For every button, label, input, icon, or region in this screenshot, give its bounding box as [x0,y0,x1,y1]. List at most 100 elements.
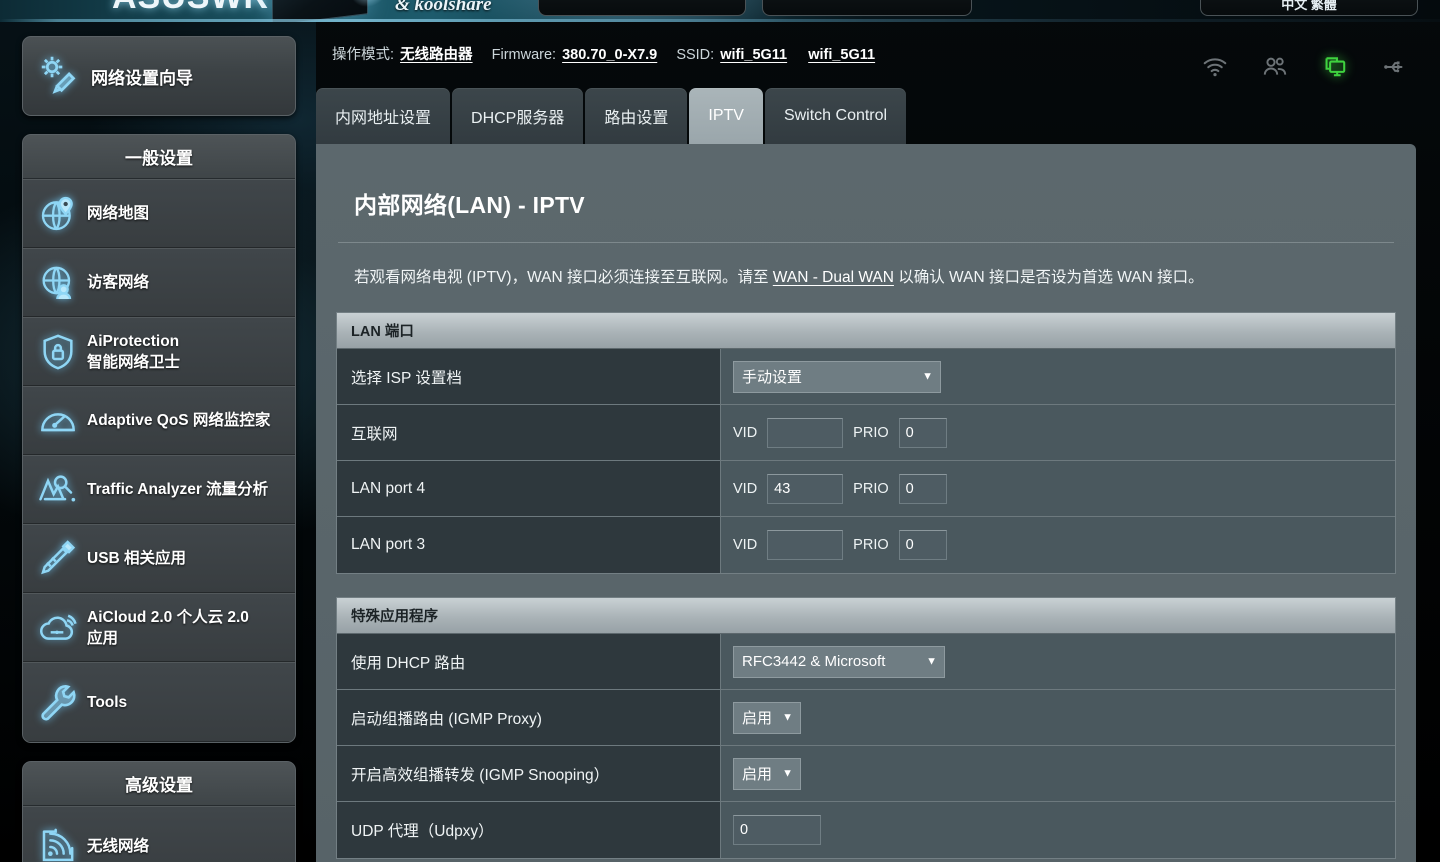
brand-sublogo: & koolshare [395,0,492,15]
network-map-icon [35,194,81,234]
language-button[interactable]: 中文 繁體 [1200,0,1418,16]
row-dhcp-routes-label: 使用 DHCP 路由 [337,634,721,689]
row-dhcp-routes: 使用 DHCP 路由 RFC3442 & Microsoft ▼ [337,634,1395,690]
op-mode-label: 操作模式: [332,46,395,63]
tab-iptv[interactable]: IPTV [689,88,763,144]
description-part1: 若观看网络电视 (IPTV)，WAN 接口必须连接至互联网。请至 [354,269,773,286]
banner-button-1[interactable] [538,0,746,16]
internet-vid-label: VID [733,424,758,441]
chevron-down-icon: ▼ [782,711,793,723]
lan3-prio-input[interactable] [898,530,947,560]
udp-proxy-input[interactable] [733,815,821,845]
sidebar-item-adaptive-qos-label: Adaptive QoS 网络监控家 [87,412,271,429]
sidebar-item-aicloud-label: AiCloud 2.0 个人云 2.0 应用 [87,607,249,649]
sidebar-item-usb-application[interactable]: USB 相关应用 [23,524,295,593]
sidebar-item-network-map[interactable]: 网络地图 [23,179,295,248]
infobar-text: 操作模式: 无线路由器 Firmware: 380.70_0-X7.9 SSID… [332,43,877,64]
sidebar-item-guest-network[interactable]: 访客网络 [23,248,295,317]
internet-prio-label: PRIO [853,424,889,441]
tab-bar: 内网地址设置 DHCP服务器 路由设置 IPTV Switch Control [316,88,908,144]
row-igmp-proxy-label: 启动组播路由 (IGMP Proxy) [337,690,721,745]
usb-apps-icon [35,539,81,579]
row-lan-port-3-value: VID PRIO [721,517,1395,573]
tab-switch-control[interactable]: Switch Control [764,88,907,144]
tab-lan-ip[interactable]: 内网地址设置 [316,88,451,144]
guest-network-icon [35,263,81,303]
wireless-icon [35,826,81,862]
row-lan-port-3: LAN port 3 VID PRIO [337,517,1395,573]
usb-icon[interactable] [1380,54,1410,80]
sidebar-item-adaptive-qos[interactable]: Adaptive QoS 网络监控家 [23,386,295,455]
lan4-prio-label: PRIO [853,480,889,497]
tab-dhcp-server[interactable]: DHCP服务器 [452,88,584,144]
ssid-value-2[interactable]: wifi_5G11 [808,47,875,63]
router-admin-page: ASUSWRT & koolshare 中文 繁體 操作模式: 无线路由器 Fi… [0,0,1440,862]
isp-profile-select-value: 手动设置 [742,369,803,386]
lan3-vid-input[interactable] [767,530,844,560]
row-udp-proxy-label: UDP 代理（Udpxy） [337,802,721,858]
sidebar-group-general: 一般设置 网络地图 访客网络 AiProtection 智能网络卫士 Adapt… [22,134,296,743]
page-title: 内部网络(LAN) - IPTV [354,192,585,218]
internet-prio-input[interactable] [898,417,947,448]
igmp-proxy-select[interactable]: 启用 ▼ [733,701,801,734]
sidebar-item-aiprotection[interactable]: AiProtection 智能网络卫士 [23,317,295,386]
sidebar-group-advanced-header: 高级设置 [23,762,295,806]
row-internet-label: 互联网 [337,405,721,460]
firmware-value[interactable]: 380.70_0-X7.9 [562,47,657,63]
row-igmp-proxy: 启动组播路由 (IGMP Proxy) 启用 ▼ [337,690,1395,746]
clients-icon[interactable] [1260,54,1290,80]
sidebar-item-tools-label: Tools [87,693,128,711]
top-banner: ASUSWRT & koolshare 中文 繁體 [0,0,1440,22]
banner-button-2[interactable] [762,0,972,16]
igmp-snooping-select[interactable]: 启用 ▼ [733,757,801,790]
chevron-down-icon: ▼ [922,370,933,382]
igmp-snooping-select-value: 启用 [742,766,773,783]
sidebar: 网络设置向导 一般设置 网络地图 访客网络 AiProtection 智能网络卫… [22,36,296,862]
page-description: 若观看网络电视 (IPTV)，WAN 接口必须连接至互联网。请至 WAN - D… [334,243,1398,289]
sidebar-item-traffic-analyzer[interactable]: Traffic Analyzer 流量分析 [23,455,295,524]
op-mode-value[interactable]: 无线路由器 [400,47,473,63]
traffic-analyzer-icon [35,470,81,510]
sidebar-item-guest-network-label: 访客网络 [87,274,150,291]
brand-logo: ASUSWRT [112,0,291,17]
firmware-label: Firmware: [491,46,557,63]
row-igmp-snooping-value: 启用 ▼ [721,746,1395,801]
sidebar-item-wizard[interactable]: 网络设置向导 [23,37,295,115]
section-special-applications: 特殊应用程序 使用 DHCP 路由 RFC3442 & Microsoft ▼ … [336,597,1396,859]
lan4-vid-input[interactable] [767,473,844,504]
chevron-down-icon: ▼ [926,655,937,667]
sidebar-wizard-card[interactable]: 网络设置向导 [22,36,296,116]
wifi-icon[interactable] [1200,54,1230,80]
sidebar-group-advanced: 高级设置 无线网络 [22,761,296,862]
row-dhcp-routes-value: RFC3442 & Microsoft ▼ [721,634,1395,689]
sidebar-item-aicloud[interactable]: AiCloud 2.0 个人云 2.0 应用 [23,593,295,662]
ssid-value-1[interactable]: wifi_5G11 [720,47,787,63]
dhcp-routes-select-value: RFC3442 & Microsoft [742,653,886,670]
sidebar-item-traffic-analyzer-label: Traffic Analyzer 流量分析 [87,481,269,498]
sidebar-item-tools[interactable]: Tools [23,662,295,742]
sidebar-item-usb-application-label: USB 相关应用 [87,550,187,567]
sidebar-item-wizard-label: 网络设置向导 [91,68,193,88]
content-panel: 内部网络(LAN) - IPTV 若观看网络电视 (IPTV)，WAN 接口必须… [316,144,1416,862]
igmp-proxy-select-value: 启用 [742,710,773,727]
tools-wrench-icon [35,682,81,722]
lan4-prio-input[interactable] [898,473,947,504]
language-button-label: 中文 繁體 [1281,0,1337,12]
dual-wan-link[interactable]: WAN - Dual WAN [773,269,894,286]
tab-route[interactable]: 路由设置 [585,88,688,144]
network-monitor-icon[interactable] [1320,54,1350,80]
row-udp-proxy-value [721,802,1395,858]
row-lan-port-4: LAN port 4 VID PRIO [337,461,1395,517]
section-special-applications-header: 特殊应用程序 [337,598,1395,634]
row-igmp-snooping-label: 开启高效组播转发 (IGMP Snooping） [337,746,721,801]
description-part2: 以确认 WAN 接口是否设为首选 WAN 接口。 [893,269,1204,286]
sidebar-item-wireless[interactable]: 无线网络 [23,806,295,862]
shield-lock-icon [35,332,81,372]
isp-profile-select[interactable]: 手动设置 ▼ [733,360,941,393]
row-lan-port-3-label: LAN port 3 [337,517,721,573]
chevron-down-icon: ▼ [782,767,793,779]
row-isp-profile-label: 选择 ISP 设置档 [337,349,721,404]
dhcp-routes-select[interactable]: RFC3442 & Microsoft ▼ [733,645,945,678]
internet-vid-input[interactable] [767,417,844,448]
lan3-vid-label: VID [733,537,758,553]
